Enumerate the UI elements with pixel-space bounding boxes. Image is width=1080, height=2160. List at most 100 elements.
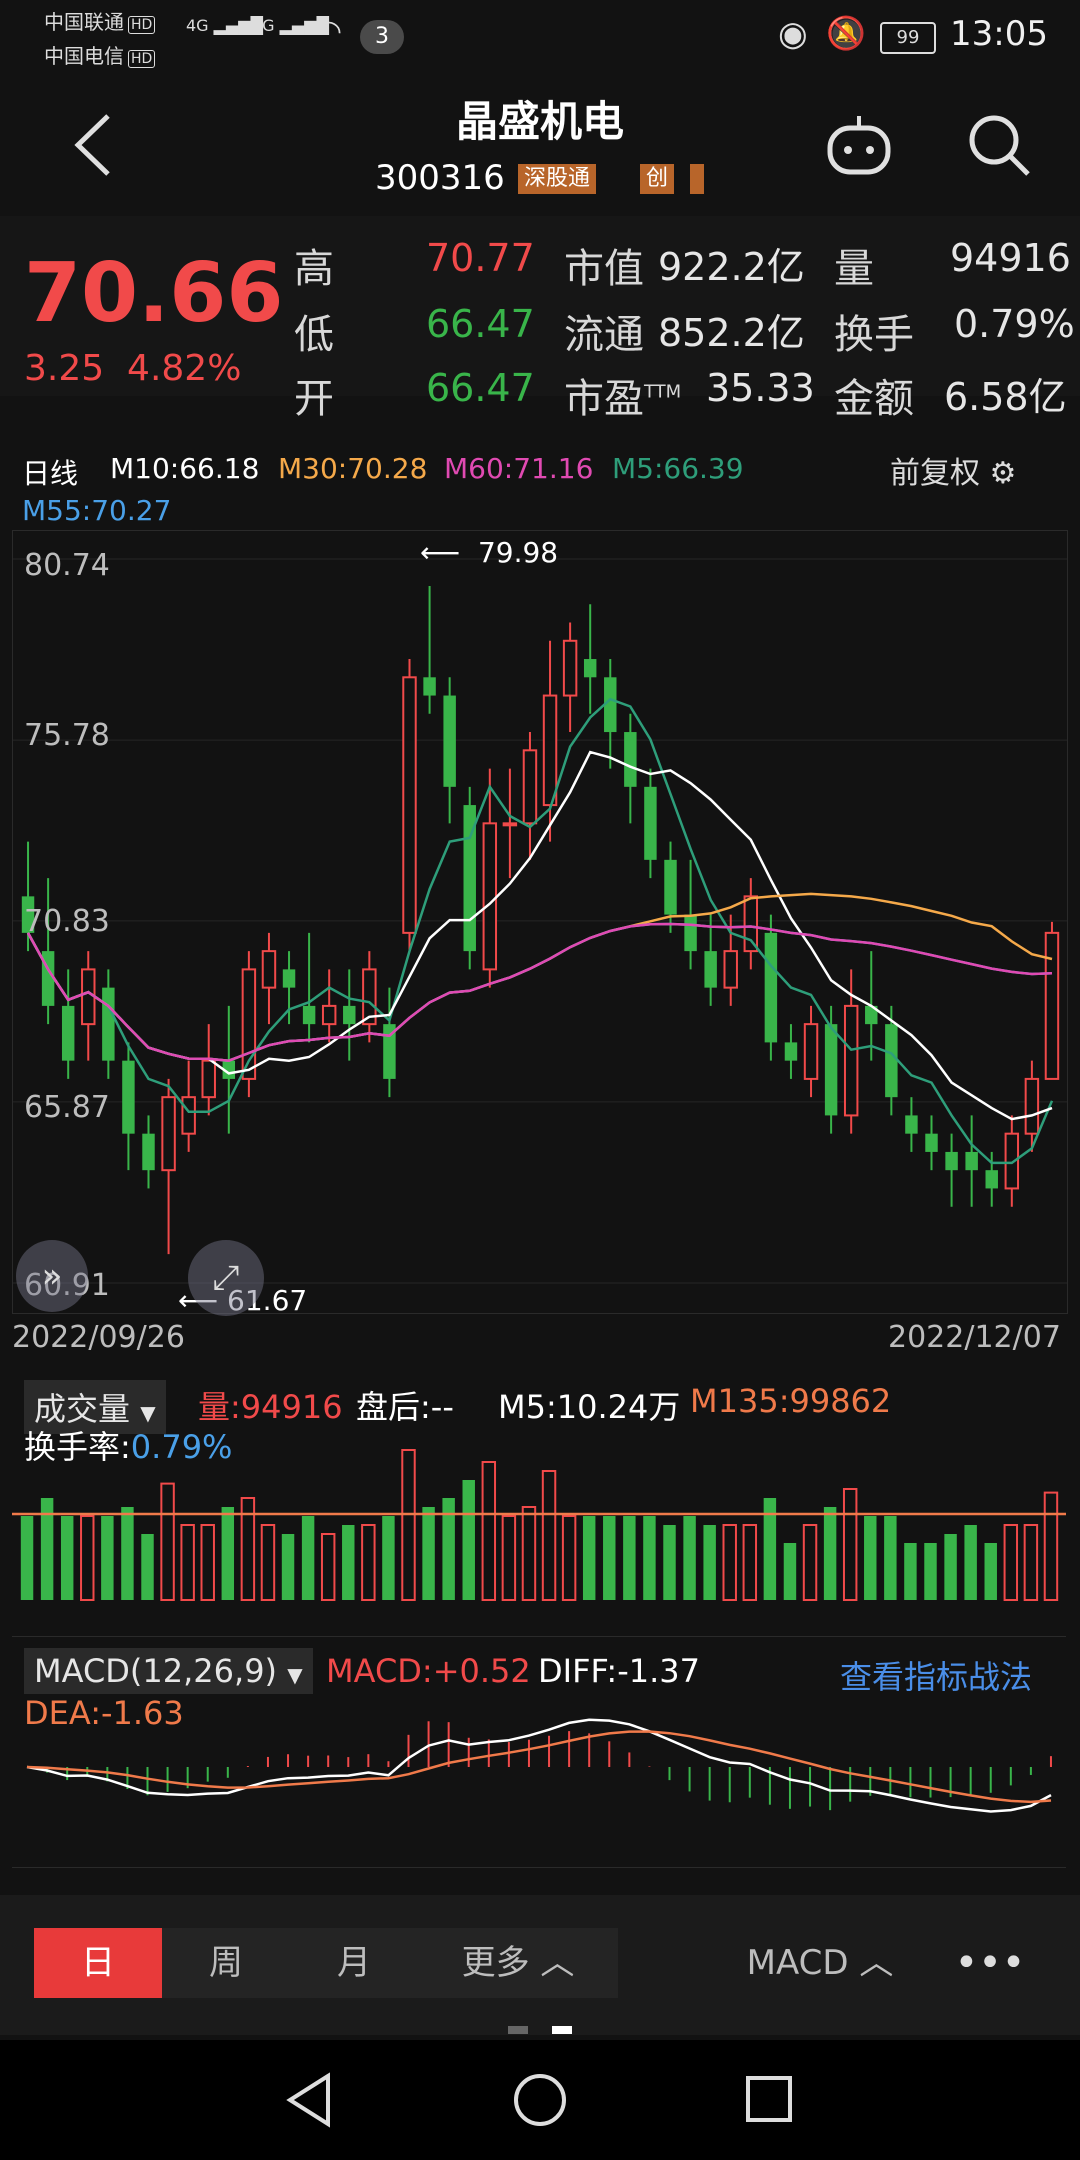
price-change: 3.25 4.82% [24,348,242,389]
candle-body [824,1024,838,1116]
volume-svg [12,1449,1066,1601]
volume-bar [1003,1524,1019,1601]
candle-body [723,950,738,989]
ma55-label: M55:70.27 [22,494,172,527]
volume-bar [342,1525,355,1600]
candle-body [542,694,558,807]
tab-month[interactable]: 月 [290,1928,418,1998]
open-label: 开 [294,376,334,422]
candle-body [302,1005,316,1025]
stock-code: 300316 [375,158,505,198]
tab-more[interactable]: 更多 ︿ [418,1928,618,1998]
fullscreen-button[interactable]: ⤢ [188,1240,264,1316]
chevron-up-icon: ︿ [859,1943,894,1983]
candle-body [843,1004,859,1117]
volume-bar [623,1516,636,1600]
volume-bar [722,1524,737,1601]
candle-body [743,895,759,953]
kline-chart[interactable] [12,530,1068,1314]
battery-icon: 99 [880,22,936,54]
indicator-strategy-link[interactable]: 查看指标战法 [840,1652,1032,1698]
y-tick-4: 65.87 [24,1090,110,1125]
candle-body [704,951,717,988]
volume-bar [864,1516,877,1600]
nav-recents-button[interactable] [744,2074,794,2128]
tab-week[interactable]: 周 [162,1928,290,1998]
y-tick-3: 70.83 [24,904,110,939]
mcap-value: 922.2亿 [658,245,805,289]
volume-bar [1043,1491,1059,1601]
square-recents-icon [746,2076,792,2122]
volume-bar [1023,1524,1039,1601]
more-dots-icon: ••• [954,1940,1026,1986]
candle-body [624,732,637,787]
candle-body [965,1151,978,1171]
volume-bar [422,1507,435,1600]
dea-value: DEA:-1.63 [24,1694,184,1732]
candle-body [81,968,96,1026]
notification-count: 3 [360,20,404,54]
float-label: 流通 [564,312,644,358]
search-icon [969,115,1030,176]
volume-bar [200,1524,215,1601]
volume-bar [823,1507,837,1600]
more-options-button[interactable]: ••• [940,1928,1040,1998]
candle-body [985,1170,998,1189]
volume-value: 94916 [950,236,1071,280]
candle-body [181,1096,196,1135]
indicator-select[interactable]: MACD ︿ [720,1928,920,1998]
volume-bar [884,1516,897,1600]
kline-svg [13,558,1067,1284]
volume-bar [160,1482,175,1601]
tab-day[interactable]: 日 [34,1928,162,1998]
date-start: 2022/09/26 [12,1320,185,1355]
expand-icon: ⤢ [212,1258,240,1298]
adjust-button[interactable]: 前复权 ⚙ [890,448,1016,492]
ma60-line [26,922,1053,1062]
pe-value: 35.33 [706,366,815,410]
volume-bar [582,1516,596,1600]
tag-overflow [690,164,704,194]
candle-body [784,1042,798,1061]
last-price: 70.66 [24,246,284,341]
volume-bar [944,1534,957,1600]
candle-body [664,859,677,915]
candle-body [443,695,456,787]
high-label: 高 [294,246,334,292]
carrier-unicom: 中国联通 HD [44,6,156,35]
diff-value: DIFF:-1.37 [538,1652,700,1690]
eye-icon: ◉ [778,14,808,54]
volume-bar [481,1461,497,1601]
macd-value: MACD:+0.52 [326,1652,531,1690]
candle-body [402,676,417,934]
volume-bar [301,1516,315,1600]
volume-bar [842,1488,858,1601]
candle-body [261,950,277,989]
double-chevron-icon: » [41,1256,63,1296]
mcap-label: 市值 [564,246,644,292]
y-tick-2: 75.78 [24,718,110,753]
volume-bar [260,1524,276,1601]
candle-body [644,786,657,860]
nav-back-button[interactable] [284,2072,334,2132]
triangle-back-icon [286,2072,330,2128]
stock-name: 晶盛机电 [455,97,624,146]
robot-icon [827,116,891,175]
volume-bar [101,1516,114,1600]
macd-indicator-select[interactable]: MACD(12,26,9) ▼ [24,1648,313,1694]
robot-assistant-button[interactable] [824,112,894,186]
diff-line [26,1718,1052,1813]
volume-label: 量 [834,246,874,292]
nav-home-button[interactable] [512,2072,568,2132]
volume-chart [12,1440,1066,1610]
ma5-line [26,697,1054,1165]
period-label[interactable]: 日线 [22,452,78,492]
ma5-label: M5:66.39 [612,452,744,485]
search-button[interactable] [966,112,1032,182]
volume-bar [141,1534,154,1600]
amount-value: 6.58亿 [944,375,1067,419]
volume-bar [904,1543,917,1600]
volume-bar [802,1524,818,1601]
collapse-button[interactable]: » [16,1240,88,1312]
chinext-tag: 创 [640,164,675,194]
